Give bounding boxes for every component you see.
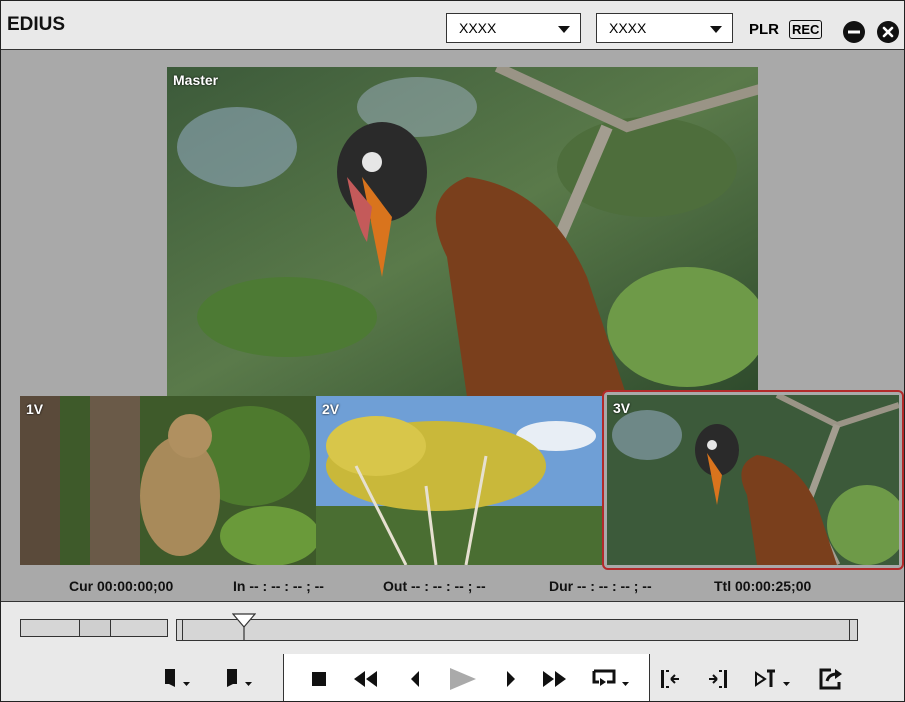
master-preview[interactable]: Master xyxy=(167,67,758,397)
step-back-icon xyxy=(411,671,419,687)
timecode-out: Out -- : -- : -- ; -- xyxy=(383,578,486,594)
source-select-2-value: XXXX xyxy=(609,20,647,36)
shuttle-handle[interactable] xyxy=(79,619,111,637)
track-label-3v: 3V xyxy=(613,400,631,416)
track-label-1v: 1V xyxy=(26,401,44,417)
insert-icon xyxy=(755,669,790,687)
play-button[interactable] xyxy=(445,666,479,692)
match-frame-in-button[interactable] xyxy=(655,666,683,692)
chevron-down-icon xyxy=(710,26,722,33)
rewind-icon xyxy=(354,671,377,687)
bracket-in-icon xyxy=(661,670,679,688)
title-bar: EDIUS XXXX XXXX PLR REC xyxy=(1,1,904,50)
track-preview-2v[interactable]: 2V xyxy=(316,396,602,565)
stop-icon xyxy=(312,672,326,686)
set-out-button[interactable] xyxy=(221,666,265,692)
minimize-button[interactable] xyxy=(843,21,865,43)
position-area xyxy=(1,601,904,655)
stop-button[interactable] xyxy=(305,666,333,692)
position-bar-start xyxy=(182,619,183,641)
timecode-row: Cur 00:00:00;00 In -- : -- : -- ; -- Out… xyxy=(1,576,904,598)
timecode-dur: Dur -- : -- : -- ; -- xyxy=(549,578,652,594)
source-select-1-value: XXXX xyxy=(459,20,497,36)
set-in-button[interactable] xyxy=(159,666,203,692)
track-preview-1v[interactable]: 1V xyxy=(20,396,316,565)
position-bar[interactable] xyxy=(176,619,858,641)
app-title: EDIUS xyxy=(7,14,66,35)
tree-image xyxy=(316,396,602,565)
minimize-icon xyxy=(848,30,860,34)
export-button[interactable] xyxy=(817,666,845,692)
rewind-button[interactable] xyxy=(351,666,379,692)
step-back-button[interactable] xyxy=(401,666,429,692)
step-forward-icon xyxy=(507,671,515,687)
player-window: EDIUS XXXX XXXX PLR REC Master 1V 2V 3V … xyxy=(0,0,905,702)
leopard-image xyxy=(20,396,316,565)
set-in-icon xyxy=(165,669,190,687)
insert-to-timeline-button[interactable] xyxy=(753,666,799,692)
loop-play-button[interactable] xyxy=(589,666,639,692)
playhead-icon[interactable] xyxy=(232,613,256,641)
bird-image xyxy=(167,67,758,397)
fast-forward-button[interactable] xyxy=(541,666,569,692)
timecode-in: In -- : -- : -- ; -- xyxy=(233,578,324,594)
source-select-1[interactable]: XXXX xyxy=(446,13,581,43)
close-icon xyxy=(882,26,894,38)
play-icon xyxy=(450,668,476,690)
track-preview-3v-frame: 3V xyxy=(607,395,899,565)
fast-forward-icon xyxy=(543,671,566,687)
match-frame-out-button[interactable] xyxy=(705,666,733,692)
rec-toggle[interactable]: REC xyxy=(789,20,823,39)
export-icon xyxy=(819,668,842,690)
track-preview-3v[interactable]: 3V xyxy=(602,390,904,570)
bracket-out-icon xyxy=(709,670,727,688)
timecode-cur: Cur 00:00:00;00 xyxy=(69,578,174,594)
transport-toolbar xyxy=(1,654,904,701)
shuttle-slider[interactable] xyxy=(20,619,168,637)
loop-icon xyxy=(592,669,629,686)
bird-image xyxy=(607,395,899,565)
chevron-down-icon xyxy=(558,26,570,33)
close-button[interactable] xyxy=(877,21,899,43)
source-select-2[interactable]: XXXX xyxy=(596,13,733,43)
timecode-ttl: Ttl 00:00:25;00 xyxy=(714,578,812,594)
set-out-icon xyxy=(227,669,252,687)
step-forward-button[interactable] xyxy=(497,666,525,692)
track-label-2v: 2V xyxy=(322,401,340,417)
master-label: Master xyxy=(173,72,219,88)
plr-toggle[interactable]: PLR xyxy=(749,21,779,38)
position-bar-end xyxy=(849,619,850,641)
